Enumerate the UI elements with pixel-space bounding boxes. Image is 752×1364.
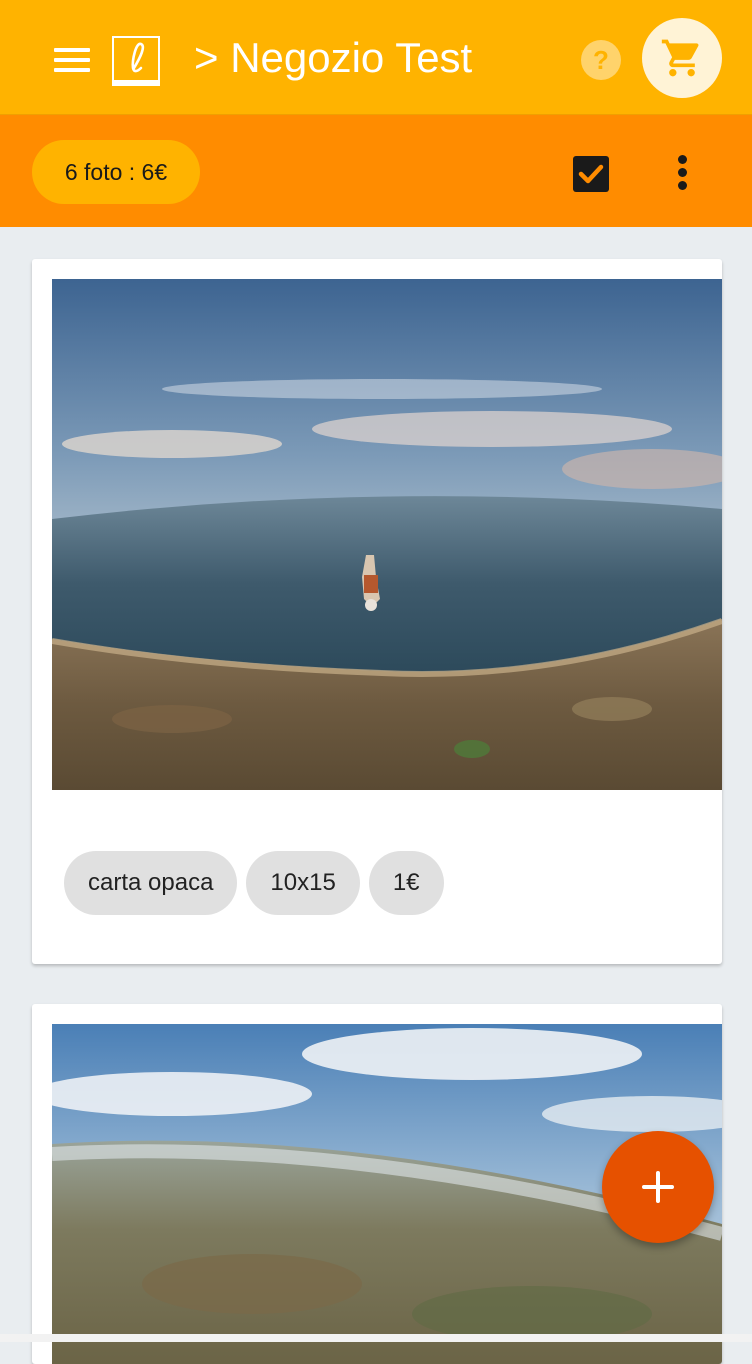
selection-toolbar: 6 foto : 6€ [0,114,752,227]
size-chip[interactable]: 10x15 [246,851,360,915]
plus-icon [642,1171,674,1203]
paper-type-chip[interactable]: carta opaca [64,851,238,915]
photo-card: carta opaca 10x15 1€ [32,259,722,964]
svg-text:?: ? [593,45,609,75]
app-logo[interactable] [112,36,160,86]
checkbox-checked-icon[interactable] [572,155,610,193]
cart-icon [661,39,699,77]
help-icon[interactable]: ? [580,39,622,81]
bottom-edge [0,1334,752,1342]
photo-count-badge[interactable]: 6 foto : 6€ [32,140,200,204]
price-chip[interactable]: 1€ [368,851,444,915]
cart-button[interactable] [642,18,722,98]
more-vertical-icon[interactable] [670,153,694,193]
photo-thumbnail-skydiver-over-coast[interactable] [51,279,722,790]
top-app-bar: > Negozio Test ? [0,0,752,114]
photo-options-chips: carta opaca 10x15 1€ [64,851,453,915]
page-title: > Negozio Test [194,34,473,81]
menu-icon[interactable] [52,44,90,76]
add-photo-button[interactable] [602,1131,714,1243]
